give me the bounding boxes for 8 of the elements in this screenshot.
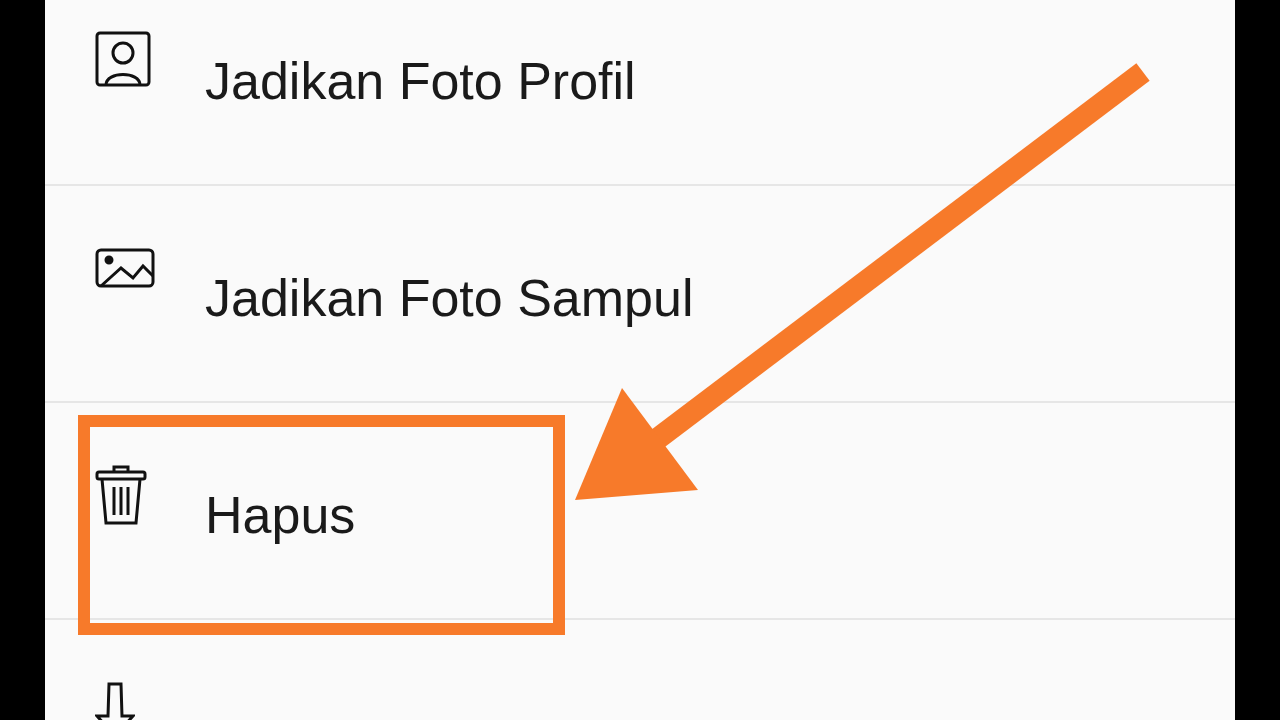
menu-item-label: Jadikan Foto Sampul [205,268,694,328]
trash-icon [95,465,147,525]
menu-item-label: Hapus [205,485,356,545]
menu-item[interactable]: Jadikan Foto Sampul [45,186,1235,403]
menu-item[interactable]: Jadikan Foto Profil [45,0,1235,186]
person-icon [95,31,151,87]
image-icon [95,248,155,288]
menu-item-label: Jadikan Foto Profil [205,51,636,111]
